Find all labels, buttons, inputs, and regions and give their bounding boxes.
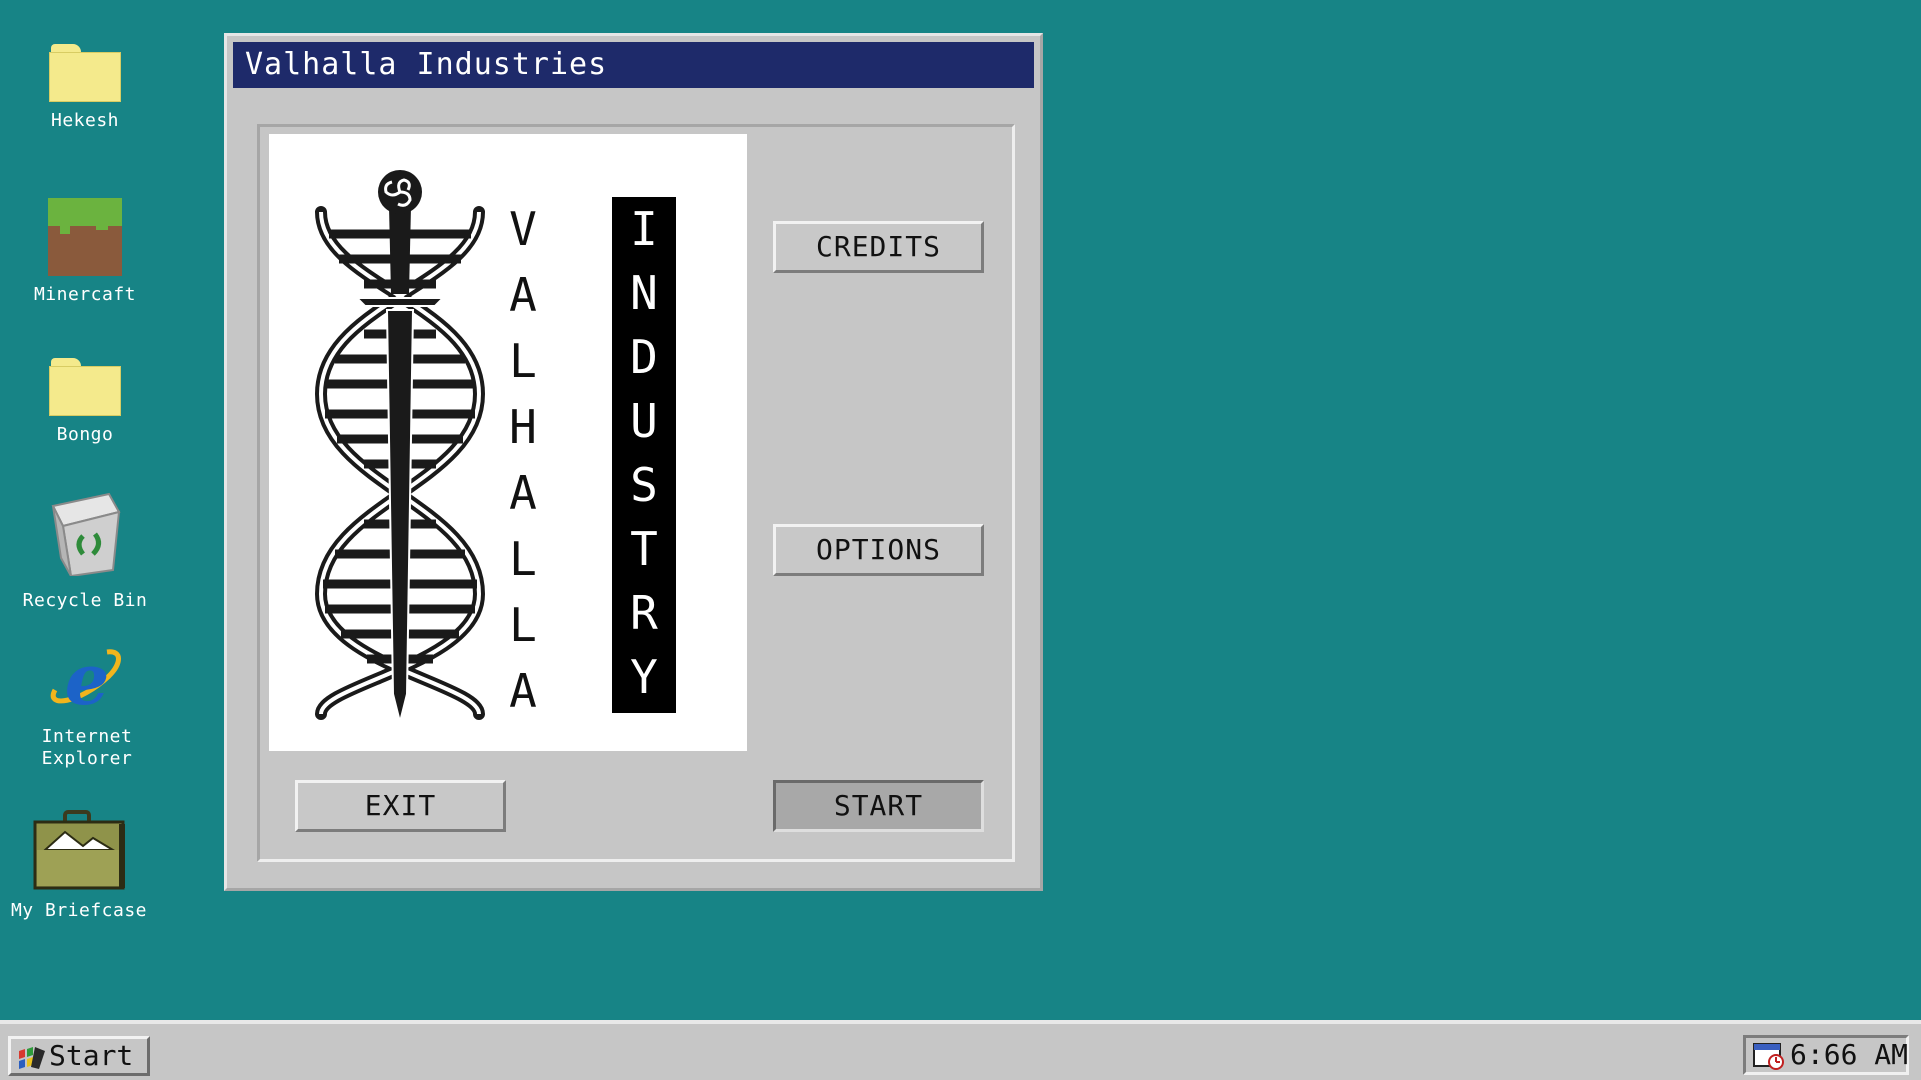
calendar-clock-icon	[1752, 1042, 1786, 1078]
valhalla-logo-image: VALHALLA INDUSTRY	[269, 134, 747, 751]
desktop-icon-bongo[interactable]: Bongo	[0, 358, 170, 446]
briefcase-icon	[31, 810, 127, 892]
folder-icon	[49, 44, 121, 102]
desktop-icon-label: Recycle Bin	[22, 590, 148, 611]
desktop-icon-label: Minercaft	[33, 284, 137, 305]
desktop-icon-minercaft[interactable]: Minercaft	[0, 198, 170, 306]
taskbar-start-button[interactable]: Start	[8, 1036, 150, 1076]
options-button[interactable]: OPTIONS	[773, 524, 984, 576]
exit-button[interactable]: EXIT	[295, 780, 506, 832]
start-button-label: Start	[49, 1039, 134, 1072]
folder-icon	[49, 358, 121, 416]
taskbar: Start 6:66 AM	[0, 1020, 1921, 1080]
logo-right-column-text: INDUSTRY	[612, 197, 676, 713]
desktop-icon-my-briefcase[interactable]: My Briefcase	[0, 810, 164, 922]
recycle-bin-icon	[0, 486, 170, 582]
app-window: Valhalla Industries VALHALLA INDUSTRY CR…	[224, 33, 1043, 891]
desktop-icon-hekesh[interactable]: Hekesh	[0, 44, 170, 132]
main-panel: VALHALLA INDUSTRY CREDITS OPTIONS EXIT S…	[257, 124, 1015, 862]
grass-block-icon	[48, 198, 122, 276]
logo-left-column-text: VALHALLA	[509, 202, 537, 718]
desktop-icon-label: My Briefcase	[10, 900, 148, 921]
credits-button[interactable]: CREDITS	[773, 221, 984, 273]
desktop-icon-label: Hekesh	[50, 110, 120, 131]
desktop-icon-label: Internet Explorer	[41, 726, 133, 769]
desktop-icon-internet-explorer[interactable]: e Internet Explorer	[2, 638, 172, 770]
start-game-button[interactable]: START	[773, 780, 984, 832]
system-tray-clock[interactable]: 6:66 AM	[1743, 1035, 1909, 1075]
clock-time: 6:66 AM	[1790, 1038, 1909, 1071]
window-title-bar[interactable]: Valhalla Industries	[233, 42, 1034, 88]
window-title: Valhalla Industries	[245, 47, 608, 82]
internet-explorer-icon: e	[2, 638, 172, 721]
desktop-icon-label: Bongo	[56, 424, 114, 445]
svg-text:e: e	[65, 646, 110, 712]
windows-logo-icon	[17, 1045, 47, 1079]
desktop-icon-recycle-bin[interactable]: Recycle Bin	[0, 486, 170, 612]
